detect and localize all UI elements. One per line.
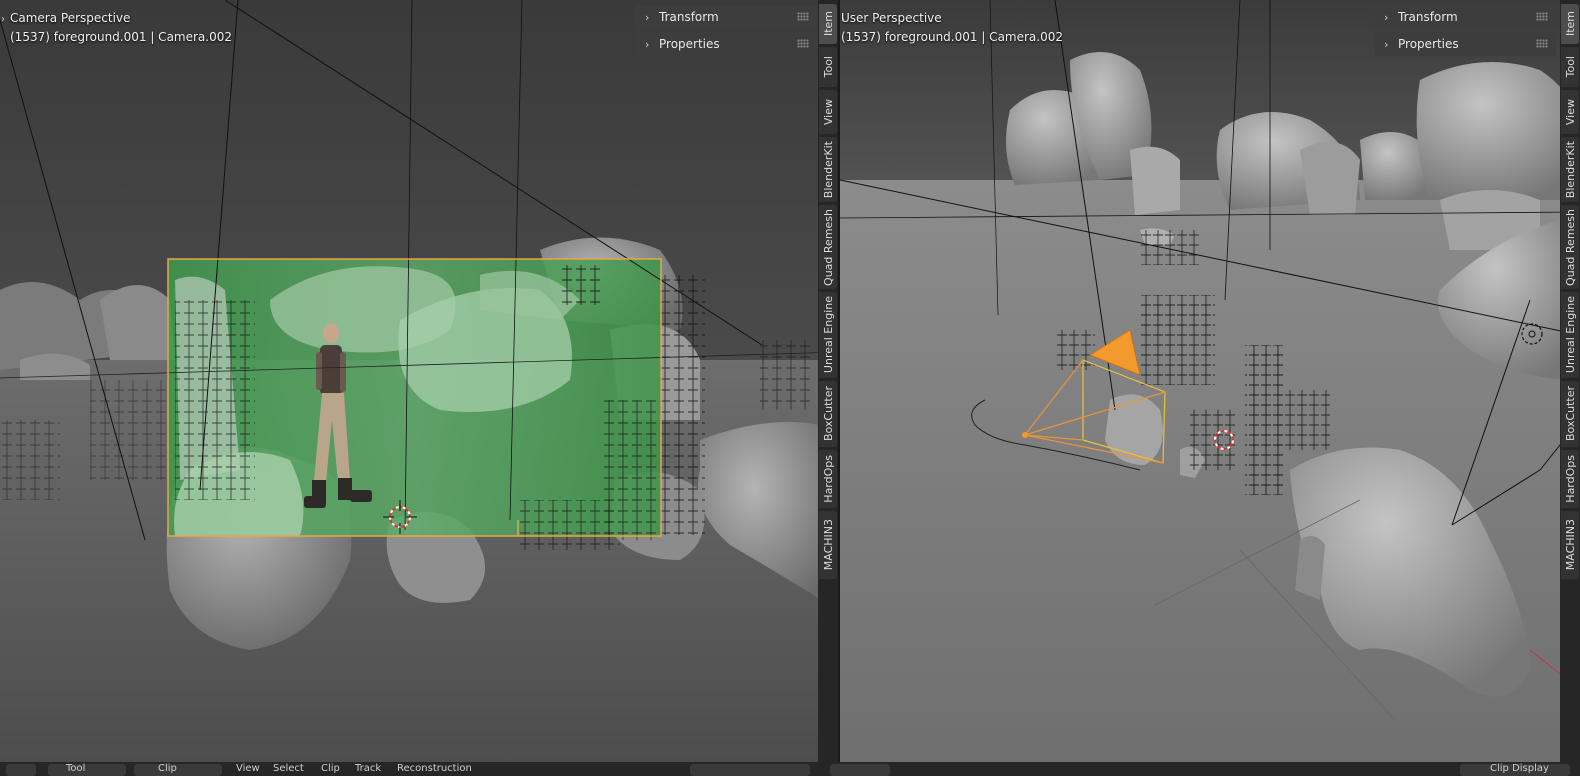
- panel-label: Properties: [1398, 37, 1459, 51]
- tab-item[interactable]: Item: [819, 4, 837, 44]
- tab-quad-remesh[interactable]: Quad Remesh: [819, 205, 837, 289]
- tab-label: MACHIN3: [821, 519, 835, 571]
- tab-blenderkit[interactable]: BlenderKit: [1561, 137, 1579, 202]
- panel-label: Transform: [659, 10, 719, 24]
- chevron-right-icon: ›: [645, 37, 650, 51]
- sidebar-panels: › Transform › Properties: [1374, 5, 1556, 59]
- tab-tool[interactable]: Tool: [1561, 47, 1579, 87]
- user-view-scene[interactable]: [840, 0, 1580, 762]
- panel-label: Transform: [1398, 10, 1458, 24]
- rock: [1300, 142, 1360, 215]
- track-markers: [520, 500, 620, 550]
- drag-handle-icon[interactable]: [797, 39, 809, 48]
- properties-panel-header[interactable]: › Properties: [1374, 32, 1556, 56]
- tab-label: View: [1563, 98, 1577, 126]
- viewport-subtitle: (1537) foreground.001 | Camera.002: [10, 30, 232, 44]
- rock: [100, 285, 175, 360]
- camera-view-scene[interactable]: [0, 0, 838, 762]
- track-markers: [1140, 295, 1215, 385]
- tab-item[interactable]: Item: [1561, 4, 1579, 44]
- viewport-header: Camera Perspective (1537) foreground.001…: [10, 9, 232, 47]
- user-perspective-viewport[interactable]: › User Perspective (1537) foreground.001…: [840, 0, 1580, 762]
- menu-clip-mode[interactable]: Clip: [158, 763, 177, 774]
- menu-select[interactable]: Select: [273, 763, 304, 774]
- tab-label: Quad Remesh: [1563, 208, 1577, 286]
- tab-boxcutter[interactable]: BoxCutter: [1561, 381, 1579, 447]
- track-markers: [660, 275, 705, 535]
- tab-label: Unreal Engine: [821, 296, 835, 374]
- panel-label: Properties: [659, 37, 720, 51]
- viewport-subtitle: (1537) foreground.001 | Camera.002: [841, 30, 1063, 44]
- menu-tool[interactable]: Tool: [66, 763, 85, 774]
- rock: [1130, 146, 1180, 215]
- tab-label: HardOps: [1563, 455, 1577, 503]
- tab-label: Tool: [821, 56, 835, 78]
- sidebar-tab-strip: Item Tool View BlenderKit Quad Remesh Un…: [1560, 0, 1580, 762]
- track-markers: [1140, 230, 1200, 265]
- tab-machin3[interactable]: MACHIN3: [819, 511, 837, 579]
- clip-selector[interactable]: [690, 764, 810, 776]
- transform-panel-header[interactable]: › Transform: [635, 5, 817, 29]
- tab-quad-remesh[interactable]: Quad Remesh: [1561, 205, 1579, 289]
- track-markers: [1245, 345, 1285, 495]
- tab-machin3[interactable]: MACHIN3: [1561, 511, 1579, 579]
- clip-dropdown[interactable]: [134, 764, 222, 776]
- track-markers: [560, 265, 600, 305]
- properties-panel-header[interactable]: › Properties: [635, 32, 817, 56]
- tab-hardops[interactable]: HardOps: [819, 450, 837, 508]
- track-markers: [1190, 410, 1235, 470]
- sidebar-panels: › Transform › Properties: [635, 5, 817, 59]
- editor-type-button[interactable]: [6, 764, 36, 776]
- tab-label: BlenderKit: [821, 140, 835, 199]
- tab-label: BoxCutter: [821, 386, 835, 442]
- tab-boxcutter[interactable]: BoxCutter: [819, 381, 837, 447]
- track-markers: [90, 380, 170, 480]
- tab-label: Quad Remesh: [821, 208, 835, 286]
- viewport-header: User Perspective (1537) foreground.001 |…: [841, 9, 1063, 47]
- tab-view[interactable]: View: [819, 90, 837, 134]
- clip-buttons[interactable]: [830, 764, 890, 776]
- chevron-right-icon: ›: [1384, 10, 1389, 24]
- tab-label: View: [821, 98, 835, 126]
- viewport-title: Camera Perspective: [10, 11, 131, 25]
- tab-tool[interactable]: Tool: [819, 47, 837, 87]
- tab-label: BlenderKit: [1563, 140, 1577, 199]
- track-markers: [0, 420, 60, 500]
- menu-clip[interactable]: Clip: [321, 763, 340, 774]
- track-markers: [1285, 390, 1330, 450]
- tab-label: HardOps: [821, 455, 835, 503]
- tab-view[interactable]: View: [1561, 90, 1579, 134]
- rock: [1416, 62, 1580, 200]
- tab-hardops[interactable]: HardOps: [1561, 450, 1579, 508]
- tab-unreal-engine[interactable]: Unreal Engine: [819, 292, 837, 378]
- rock: [1295, 536, 1325, 600]
- chevron-right-icon[interactable]: ›: [1, 14, 5, 25]
- menu-track[interactable]: Track: [355, 763, 381, 774]
- menu-clip-display[interactable]: Clip Display: [1490, 763, 1549, 774]
- track-markers: [175, 300, 255, 500]
- transform-panel-header[interactable]: › Transform: [1374, 5, 1556, 29]
- drag-handle-icon[interactable]: [1536, 12, 1548, 21]
- bottom-header-bar: Tool Clip View Select Clip Track Reconst…: [0, 762, 1580, 776]
- sidebar-tab-strip: Item Tool View BlenderKit Quad Remesh Un…: [818, 0, 838, 762]
- tab-label: Tool: [1563, 56, 1577, 78]
- track-markers: [760, 340, 810, 410]
- tab-label: Item: [821, 11, 835, 37]
- tab-label: Unreal Engine: [1563, 296, 1577, 374]
- track-markers: [1055, 330, 1095, 370]
- menu-view[interactable]: View: [236, 763, 260, 774]
- tab-unreal-engine[interactable]: Unreal Engine: [1561, 292, 1579, 378]
- viewport-title: User Perspective: [841, 11, 942, 25]
- menu-reconstruction[interactable]: Reconstruction: [397, 763, 472, 774]
- drag-handle-icon[interactable]: [797, 12, 809, 21]
- drag-handle-icon[interactable]: [1536, 39, 1548, 48]
- tab-blenderkit[interactable]: BlenderKit: [819, 137, 837, 202]
- tool-dropdown[interactable]: [48, 764, 126, 776]
- tab-label: BoxCutter: [1563, 386, 1577, 442]
- tab-label: MACHIN3: [1563, 519, 1577, 571]
- tab-label: Item: [1563, 11, 1577, 37]
- camera-perspective-viewport[interactable]: › Camera Perspective (1537) foreground.0…: [0, 0, 838, 762]
- chevron-right-icon: ›: [645, 10, 650, 24]
- chevron-right-icon: ›: [1384, 37, 1389, 51]
